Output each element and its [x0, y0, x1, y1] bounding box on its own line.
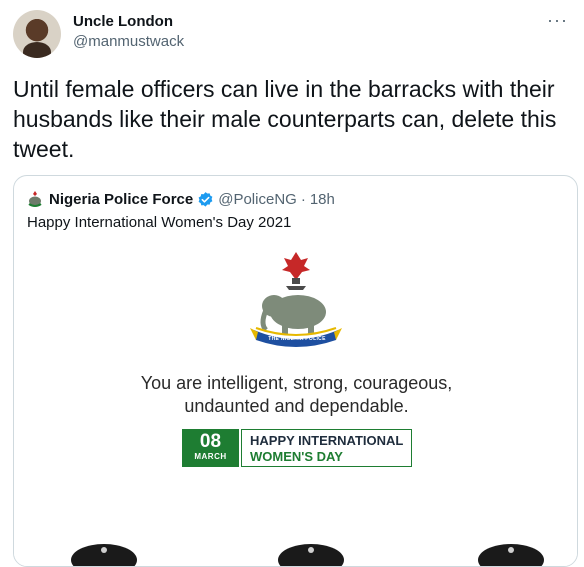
police-emblem-icon — [250, 252, 342, 347]
womens-day-banner: HAPPY INTERNATIONAL WOMEN'S DAY — [241, 429, 412, 467]
verified-badge-icon — [198, 191, 213, 207]
banner-line-2: WOMEN'S DAY — [250, 449, 343, 464]
dot-separator: · — [300, 190, 306, 208]
emblem-caption: THE NIGERIA POLICE — [268, 336, 326, 342]
police-cap-icon — [71, 544, 137, 566]
banner-line-1: HAPPY INTERNATIONAL — [250, 433, 404, 448]
date-day: 08 — [199, 431, 222, 452]
tweet-author-handle[interactable]: @manmustwack — [73, 33, 184, 50]
quoted-tweet-card[interactable]: Nigeria Police Force @PoliceNG · 18h Hap… — [13, 175, 578, 567]
slogan-line-1: You are intelligent, strong, courageous, — [140, 373, 453, 393]
date-badge: 08 MARCH — [182, 429, 239, 467]
tweet-text: Until female officers can live in the ba… — [13, 76, 557, 162]
slogan-line-2: undaunted and dependable. — [184, 396, 409, 416]
quoted-tweet-text: Happy International Women's Day 2021 — [27, 214, 292, 231]
quoted-author-name[interactable]: Nigeria Police Force — [49, 191, 193, 208]
officers-photo-strip — [14, 540, 577, 566]
quoted-tweet-image[interactable]: THE NIGERIA POLICE You are intelligent, … — [14, 240, 577, 566]
tweet-author-avatar[interactable] — [13, 10, 61, 58]
date-month: MARCH — [194, 452, 227, 461]
tweet-author-name[interactable]: Uncle London — [73, 13, 173, 30]
quoted-tweet-time[interactable]: 18h — [310, 191, 335, 208]
quoted-tweet-header: Nigeria Police Force @PoliceNG · 18h — [27, 189, 335, 209]
quoted-author-handle[interactable]: @PoliceNG — [218, 191, 297, 208]
police-cap-icon — [278, 544, 344, 566]
police-cap-icon — [478, 544, 544, 566]
more-horizontal-icon[interactable]: ··· — [547, 10, 568, 31]
police-logo-icon[interactable] — [27, 190, 43, 208]
